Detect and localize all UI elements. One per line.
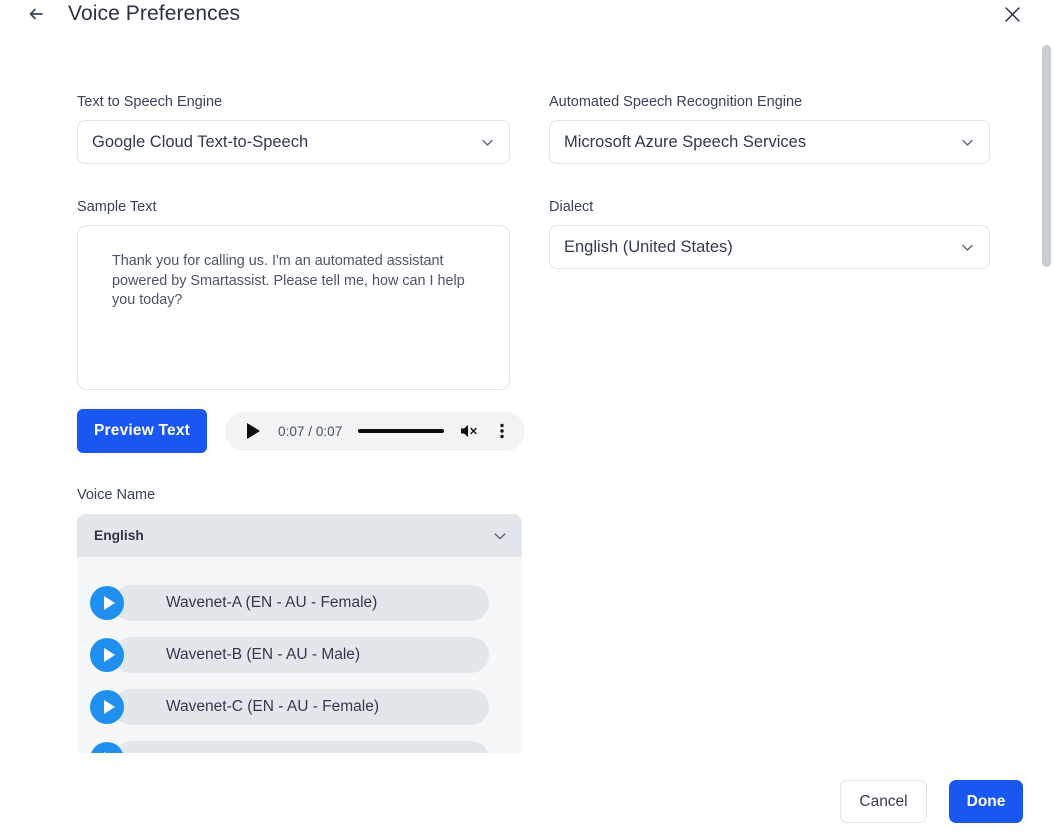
- tts-engine-label: Text to Speech Engine: [77, 94, 223, 110]
- sample-text-value: Thank you for calling us. I'm an automat…: [112, 253, 469, 308]
- tts-engine-value: Google Cloud Text-to-Speech: [92, 132, 309, 151]
- back-arrow-icon[interactable]: [25, 3, 47, 25]
- voice-list-item[interactable]: Wavenet-C (EN - AU - Female): [90, 689, 489, 725]
- chevron-down-icon: [478, 133, 496, 151]
- play-circle-icon[interactable]: [90, 742, 124, 753]
- dialect-select[interactable]: English (United States): [549, 225, 990, 269]
- audio-progress-bar: [358, 429, 445, 433]
- preview-row: Preview Text 0:07 / 0:07: [77, 409, 526, 453]
- audio-progress-slider[interactable]: [358, 421, 445, 441]
- play-icon[interactable]: [243, 421, 263, 441]
- sample-text-group: Sample Text Thank you for calling us. I'…: [77, 197, 510, 390]
- voice-preferences-dialog: Voice Preferences Text to Speech Engine …: [0, 0, 1054, 833]
- dialect-value: English (United States): [564, 237, 733, 256]
- dialog-body: Text to Speech Engine Google Cloud Text-…: [0, 44, 1054, 753]
- dialog-header: Voice Preferences: [0, 0, 1054, 44]
- asr-engine-label: Automated Speech Recognition Engine: [549, 94, 803, 110]
- sample-text-label: Sample Text: [77, 199, 157, 215]
- voice-list-item[interactable]: [90, 741, 489, 753]
- dialect-group: Dialect English (United States): [549, 197, 990, 269]
- audio-player: 0:07 / 0:07: [225, 411, 526, 451]
- tts-engine-select[interactable]: Google Cloud Text-to-Speech: [77, 120, 510, 164]
- chevron-down-icon: [958, 133, 976, 151]
- voice-name-panel: English Wavenet-A (EN - AU - Female) Wav…: [77, 514, 522, 753]
- scrollbar-track[interactable]: [1039, 0, 1054, 833]
- sample-text-input[interactable]: Thank you for calling us. I'm an automat…: [77, 225, 510, 390]
- asr-engine-select[interactable]: Microsoft Azure Speech Services: [549, 120, 990, 164]
- cancel-button[interactable]: Cancel: [840, 780, 927, 823]
- chevron-down-icon: [958, 238, 976, 256]
- audio-time-display: 0:07 / 0:07: [278, 423, 343, 439]
- voice-item-label: Wavenet-B (EN - AU - Male): [166, 646, 361, 663]
- play-circle-icon[interactable]: [90, 638, 124, 672]
- play-circle-icon[interactable]: [90, 690, 124, 724]
- preview-text-button[interactable]: Preview Text: [77, 409, 208, 453]
- voice-item-label: Wavenet-A (EN - AU - Female): [166, 594, 378, 611]
- dialect-label: Dialect: [549, 199, 594, 215]
- more-vertical-icon[interactable]: [491, 420, 513, 442]
- done-button[interactable]: Done: [949, 780, 1023, 823]
- chevron-down-icon: [491, 527, 509, 545]
- tts-engine-group: Text to Speech Engine Google Cloud Text-…: [77, 92, 510, 164]
- voice-name-label: Voice Name: [77, 487, 156, 503]
- voice-name-group: Voice Name English Wavenet-A (EN - AU - …: [77, 485, 522, 753]
- voice-item-label: Wavenet-C (EN - AU - Female): [166, 698, 380, 715]
- footer-actions: Cancel Done: [840, 780, 1023, 823]
- volume-muted-icon[interactable]: [457, 420, 479, 442]
- play-circle-icon[interactable]: [90, 586, 124, 620]
- asr-engine-group: Automated Speech Recognition Engine Micr…: [549, 92, 990, 164]
- voice-list-item[interactable]: Wavenet-B (EN - AU - Male): [90, 637, 489, 673]
- page-title: Voice Preferences: [68, 2, 241, 25]
- close-icon[interactable]: [1001, 3, 1023, 25]
- asr-engine-value: Microsoft Azure Speech Services: [564, 132, 807, 151]
- voice-list: Wavenet-A (EN - AU - Female) Wavenet-B (…: [77, 557, 522, 753]
- dialog-footer: Cancel Done: [0, 753, 1054, 833]
- voice-group-header-english[interactable]: English: [77, 514, 522, 557]
- scrollbar-thumb[interactable]: [1042, 45, 1051, 267]
- voice-group-label: English: [94, 528, 144, 543]
- voice-list-item[interactable]: Wavenet-A (EN - AU - Female): [90, 585, 489, 621]
